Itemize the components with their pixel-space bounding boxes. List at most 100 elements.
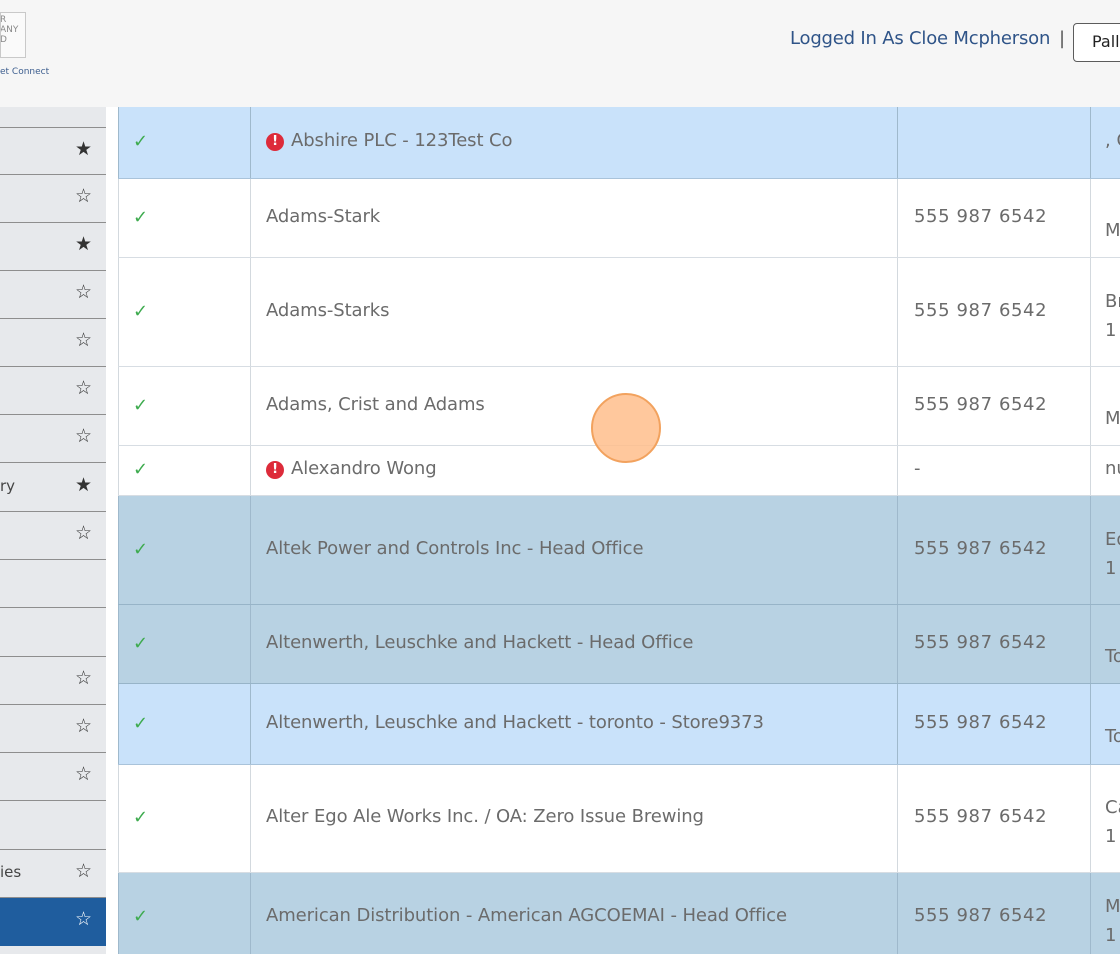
table-row[interactable]: ✓ American Distribution - American AGCOEM…	[118, 873, 1120, 954]
logged-in-user[interactable]: Logged In As Cloe Mcpherson	[790, 28, 1050, 49]
company-name-text: Altenwerth, Leuschke and Hackett - toron…	[266, 712, 764, 733]
pallet-button[interactable]: Pallet	[1073, 23, 1120, 62]
star-outline-icon[interactable]: ☆	[75, 668, 92, 688]
sidebar-item-7[interactable]: ☆	[0, 415, 106, 463]
address-line-2: M	[1105, 408, 1120, 429]
table-row[interactable]: ✓ Altenwerth, Leuschke and Hackett - toro…	[118, 684, 1120, 765]
address-cell: M	[1090, 179, 1120, 257]
company-name[interactable]: Adams-Starks	[266, 300, 389, 321]
sidebar-item-16[interactable]: ies ☆	[0, 850, 106, 898]
sidebar-item-9[interactable]: ☆	[0, 512, 106, 560]
table-row[interactable]: ✓! Abshire PLC - 123Test Co , C	[118, 107, 1120, 179]
star-outline-icon[interactable]: ☆	[75, 378, 92, 398]
name-cell[interactable]: ! Abshire PLC - 123Test Co	[250, 107, 897, 178]
status-cell: ✓	[118, 873, 250, 954]
sidebar-item-4[interactable]: ☆	[0, 271, 106, 319]
star-outline-icon[interactable]: ☆	[75, 523, 92, 543]
company-name-text: Altenwerth, Leuschke and Hackett - Head …	[266, 632, 694, 653]
name-cell[interactable]: Adams-Stark	[250, 179, 897, 257]
company-name[interactable]: American Distribution - American AGCOEMA…	[266, 905, 787, 926]
sidebar-item-15[interactable]	[0, 802, 106, 850]
company-name[interactable]: ! Alexandro Wong	[266, 458, 437, 479]
status-cell: ✓	[118, 496, 250, 604]
name-cell[interactable]: American Distribution - American AGCOEMA…	[250, 873, 897, 954]
star-outline-icon[interactable]: ☆	[75, 186, 92, 206]
company-name[interactable]: Altenwerth, Leuschke and Hackett - Head …	[266, 632, 693, 653]
company-name[interactable]: Adams, Crist and Adams	[266, 394, 485, 415]
phone-number: 555 987 6542	[914, 394, 1048, 415]
phone-number: 555 987 6542	[914, 712, 1048, 733]
sidebar-item-6[interactable]: ☆	[0, 367, 106, 415]
name-cell[interactable]: Altek Power and Controls Inc - Head Offi…	[250, 496, 897, 604]
table-row[interactable]: ✓ Alter Ego Ale Works Inc. / OA: Zero Iss…	[118, 765, 1120, 873]
phone-cell: 555 987 6542	[897, 496, 1090, 604]
address-line-2: 1	[1105, 925, 1117, 946]
company-name[interactable]: ! Abshire PLC - 123Test Co	[266, 130, 513, 151]
star-outline-icon[interactable]: ☆	[75, 282, 92, 302]
star-outline-icon[interactable]: ☆	[75, 426, 92, 446]
company-name[interactable]: Altenwerth, Leuschke and Hackett - toron…	[266, 712, 764, 733]
phone-number: 555 987 6542	[914, 632, 1048, 653]
sidebar-item-label: ry	[0, 477, 16, 495]
top-header: R ANY D et Connect Logged In As Cloe Mcp…	[0, 0, 1120, 107]
star-outline-icon[interactable]: ☆	[75, 330, 92, 350]
phone-cell	[897, 107, 1090, 178]
company-name-text: Adams-Starks	[266, 300, 390, 321]
company-logo[interactable]: R ANY D	[0, 12, 26, 58]
star-filled-icon[interactable]: ★	[75, 139, 92, 159]
company-name[interactable]: Altek Power and Controls Inc - Head Offi…	[266, 538, 644, 559]
address-line-2: 1	[1105, 558, 1117, 579]
name-cell[interactable]: ! Alexandro Wong	[250, 446, 897, 495]
name-cell[interactable]: Altenwerth, Leuschke and Hackett - Head …	[250, 605, 897, 683]
sidebar-item-17[interactable]: ☆	[0, 898, 106, 946]
company-name[interactable]: Alter Ego Ale Works Inc. / OA: Zero Issu…	[266, 806, 704, 827]
phone-number: 555 987 6542	[914, 300, 1048, 321]
name-cell[interactable]: Altenwerth, Leuschke and Hackett - toron…	[250, 684, 897, 764]
company-name-text: Adams-Stark	[266, 206, 381, 227]
star-filled-icon[interactable]: ★	[75, 234, 92, 254]
status-cell: ✓	[118, 367, 250, 445]
address-cell: M	[1090, 367, 1120, 445]
sidebar-item-1[interactable]: ★	[0, 127, 106, 175]
table-row[interactable]: ✓ Altenwerth, Leuschke and Hackett - Head…	[118, 605, 1120, 684]
checkmark-icon: ✓	[133, 131, 149, 152]
sidebar-item-14[interactable]: ☆	[0, 753, 106, 801]
header-separator: |	[1059, 28, 1066, 49]
table-row[interactable]: ✓ Adams-Starks 555 987 6542 Br 1	[118, 258, 1120, 367]
sidebar-item-11[interactable]	[0, 609, 106, 657]
name-cell[interactable]: Adams-Starks	[250, 258, 897, 366]
sidebar-item-13[interactable]: ☆	[0, 705, 106, 753]
table-row[interactable]: ✓ Altek Power and Controls Inc - Head Off…	[118, 496, 1120, 605]
status-cell: ✓	[118, 179, 250, 257]
address-cell: nu	[1090, 446, 1120, 495]
checkmark-icon: ✓	[133, 301, 149, 322]
name-cell[interactable]: Alter Ego Ale Works Inc. / OA: Zero Issu…	[250, 765, 897, 872]
sidebar-item-5[interactable]: ☆	[0, 319, 106, 367]
sidebar-item-8[interactable]: ry ★	[0, 464, 106, 512]
alert-icon: !	[266, 133, 284, 151]
star-outline-icon[interactable]: ☆	[75, 716, 92, 736]
checkmark-icon: ✓	[133, 633, 149, 654]
name-cell[interactable]: Adams, Crist and Adams	[250, 367, 897, 445]
phone-number: 555 987 6542	[914, 806, 1048, 827]
sidebar-item-10[interactable]	[0, 560, 106, 608]
sidebar-item-3[interactable]: ★	[0, 223, 106, 271]
phone-cell: -	[897, 446, 1090, 495]
checkmark-icon: ✓	[133, 459, 149, 480]
star-outline-icon[interactable]: ☆	[75, 909, 92, 929]
status-cell: ✓	[118, 684, 250, 764]
sidebar-item-12[interactable]: ☆	[0, 657, 106, 705]
cursor-highlight	[591, 393, 661, 463]
address-line-1: Ed	[1105, 529, 1120, 550]
star-filled-icon[interactable]: ★	[75, 475, 92, 495]
status-cell: ✓	[118, 107, 250, 178]
sidebar-item-2[interactable]: ☆	[0, 175, 106, 223]
company-name[interactable]: Adams-Stark	[266, 206, 380, 227]
checkmark-icon: ✓	[133, 906, 149, 927]
table-row[interactable]: ✓ Adams-Stark 555 987 6542 M	[118, 179, 1120, 258]
address-line-1: Br	[1105, 291, 1120, 312]
star-outline-icon[interactable]: ☆	[75, 764, 92, 784]
logo-text: R ANY D	[0, 15, 19, 45]
address-line-2: 1	[1105, 826, 1117, 847]
star-outline-icon[interactable]: ☆	[75, 861, 92, 881]
